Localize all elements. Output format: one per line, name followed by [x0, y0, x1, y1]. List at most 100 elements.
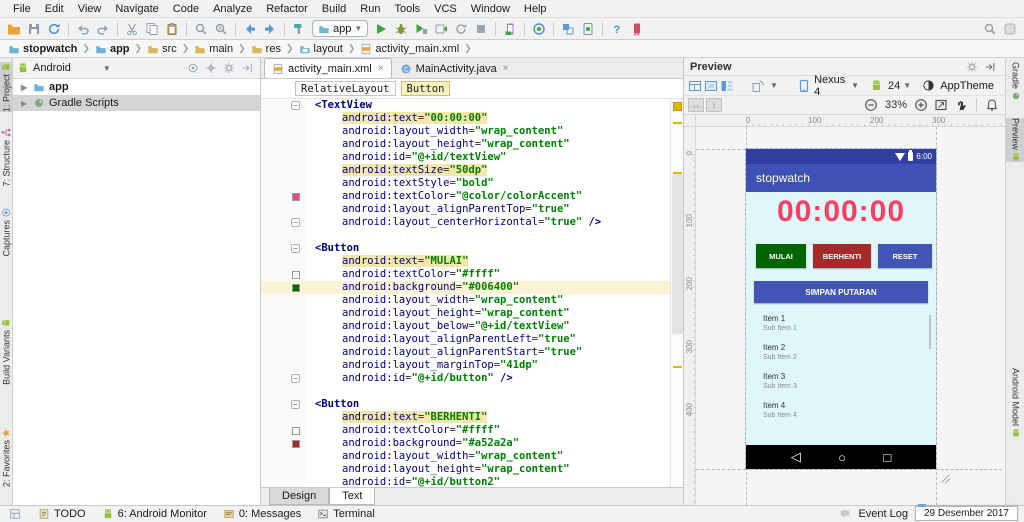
layout-variant-blueprint-icon[interactable] — [704, 78, 718, 94]
close-tab-icon[interactable]: × — [378, 63, 384, 74]
fold-marker-icon[interactable]: − — [291, 218, 300, 227]
code-line[interactable] — [261, 229, 683, 242]
menu-item-refactor[interactable]: Refactor — [259, 2, 315, 16]
code-line[interactable] — [261, 385, 683, 398]
code-line[interactable]: android:text="MULAI" — [261, 255, 683, 268]
open-button[interactable] — [4, 20, 24, 38]
toolwindow-toggle-icon[interactable] — [6, 506, 24, 522]
restart-button[interactable] — [451, 20, 471, 38]
code-line[interactable]: −android:id="@+id/button" /> — [261, 372, 683, 385]
help-button[interactable]: ? — [607, 20, 627, 38]
fold-marker-icon[interactable]: − — [291, 244, 300, 253]
color-swatch-icon[interactable] — [292, 193, 300, 201]
device-button[interactable] — [500, 20, 520, 38]
code-line[interactable]: android:text="BERHENTI" — [261, 411, 683, 424]
nav-home-icon[interactable]: ○ — [838, 450, 846, 465]
menu-item-build[interactable]: Build — [315, 2, 353, 16]
menu-item-tools[interactable]: Tools — [387, 2, 427, 16]
list-item[interactable]: Item 4Sub Item 4 — [763, 400, 936, 420]
expand-arrow-icon[interactable]: ▶ — [21, 99, 29, 108]
code-line[interactable]: android:layout_height="wrap_content" — [261, 307, 683, 320]
code-line[interactable]: android:layout_alignParentLeft="true" — [261, 333, 683, 346]
breadcrumb-item-res[interactable]: res — [249, 43, 283, 55]
editor-tab-activity_main-xml[interactable]: activity_main.xml× — [264, 58, 392, 78]
nav-recents-icon[interactable]: □ — [883, 450, 891, 465]
code-line[interactable]: android:background="#006400" — [261, 281, 683, 294]
zoom-out-icon[interactable] — [862, 97, 880, 113]
code-line[interactable]: −<Button — [261, 242, 683, 255]
editor-tab-mainactivity-java[interactable]: CMainActivity.java× — [392, 58, 517, 78]
status-item-todo[interactable]: TODO — [38, 508, 86, 520]
code-line[interactable]: android:layout_width="wrap_content" — [261, 125, 683, 138]
tree-item-gradle-scripts[interactable]: ▶Gradle Scripts — [13, 95, 260, 111]
simpan-putaran-button[interactable]: SIMPAN PUTARAN — [754, 281, 928, 303]
code-line[interactable]: android:textColor="#ffff" — [261, 424, 683, 437]
collapse-icon[interactable] — [238, 60, 256, 76]
code-line[interactable]: android:layout_height="wrap_content" — [261, 138, 683, 151]
code-line[interactable]: android:background="#a52a2a" — [261, 437, 683, 450]
fold-marker-icon[interactable]: − — [291, 374, 300, 383]
device-preview[interactable]: 6:00 stopwatch 00:00:00 MULAIBERHENTIRES… — [746, 149, 936, 469]
breadcrumb-item-stopwatch[interactable]: stopwatch — [6, 43, 79, 55]
run-button[interactable] — [371, 20, 391, 38]
orientation-selector[interactable]: ▼ — [746, 78, 781, 94]
fold-marker-icon[interactable]: − — [291, 101, 300, 110]
code-line[interactable]: −<TextView — [261, 99, 683, 112]
nav-back-icon[interactable]: ◁ — [791, 449, 801, 465]
attach-button[interactable] — [431, 20, 451, 38]
code-line[interactable]: android:layout_width="wrap_content" — [261, 294, 683, 307]
mulai-button[interactable]: MULAI — [756, 244, 806, 268]
code-line[interactable]: android:layout_marginTop="41dp" — [261, 359, 683, 372]
color-swatch-icon[interactable] — [292, 284, 300, 292]
search-everywhere-button[interactable] — [980, 20, 1000, 38]
preview-canvas[interactable]: 0100200300 0100200300400 6:00 stopwatch … — [684, 115, 1005, 505]
tool-tab-preview[interactable]: Preview — [1005, 118, 1024, 162]
close-tab-icon[interactable]: × — [503, 63, 509, 74]
code-line[interactable]: android:layout_alignParentTop="true" — [261, 203, 683, 216]
menu-item-help[interactable]: Help — [517, 2, 554, 16]
scrollbar-thumb[interactable] — [672, 174, 683, 334]
stop-button[interactable] — [471, 20, 491, 38]
color-swatch-icon[interactable] — [292, 427, 300, 435]
status-item-0-messages[interactable]: 0: Messages — [223, 508, 301, 520]
breadcrumb-item-app[interactable]: app — [93, 43, 132, 55]
list-item[interactable]: Item 3Sub Item 3 — [763, 371, 936, 391]
target-icon[interactable] — [184, 60, 202, 76]
fold-marker-icon[interactable]: − — [291, 400, 300, 409]
avd-button[interactable] — [578, 20, 598, 38]
debug-button[interactable] — [391, 20, 411, 38]
editor-scrollbar[interactable] — [670, 99, 683, 487]
device-selector[interactable]: Nexus 4 ▼ — [793, 74, 862, 98]
reset-button[interactable]: RESET — [878, 244, 932, 268]
date-widget[interactable]: 29 Desember 2017 — [915, 506, 1018, 521]
breadcrumb-item-main[interactable]: main — [192, 43, 235, 55]
code-line[interactable]: −<Button — [261, 398, 683, 411]
breadcrumb-item-src[interactable]: src — [145, 43, 179, 55]
back-button[interactable] — [240, 20, 260, 38]
status-item-6-android-monitor[interactable]: 6: Android Monitor — [102, 508, 207, 520]
code-line[interactable]: android:id="@+id/button2" — [261, 476, 683, 487]
code-line[interactable]: android:textSize="50dp" — [261, 164, 683, 177]
chip-relativelayout[interactable]: RelativeLayout — [295, 81, 396, 96]
code-editor[interactable]: −<TextViewandroid:text="00:00:00"android… — [261, 99, 683, 487]
match-height-button[interactable]: ↕ — [706, 98, 722, 112]
gradle-sync-button[interactable] — [529, 20, 549, 38]
code-line[interactable]: android:layout_below="@+id/textView" — [261, 320, 683, 333]
hide-panel-icon[interactable] — [981, 59, 999, 75]
tool-tab-build-variants[interactable]: Build Variants — [0, 318, 13, 385]
paste-button[interactable] — [162, 20, 182, 38]
forward-button[interactable] — [260, 20, 280, 38]
tab-text[interactable]: Text — [329, 488, 375, 505]
code-line[interactable]: android:textColor="@color/colorAccent" — [261, 190, 683, 203]
profiler-red-button[interactable] — [627, 20, 647, 38]
gear-icon[interactable] — [220, 60, 238, 76]
berhenti-button[interactable]: BERHENTI — [813, 244, 871, 268]
hammer-button[interactable] — [289, 20, 309, 38]
status-item-terminal[interactable]: Terminal — [317, 508, 375, 520]
code-line[interactable]: −android:layout_centerHorizontal="true" … — [261, 216, 683, 229]
tool-tab-captures[interactable]: Captures — [0, 208, 13, 257]
cut-button[interactable] — [122, 20, 142, 38]
pan-hand-icon[interactable] — [952, 97, 970, 113]
code-line[interactable]: android:layout_height="wrap_content" — [261, 463, 683, 476]
file-warning-indicator-icon[interactable] — [673, 102, 682, 111]
